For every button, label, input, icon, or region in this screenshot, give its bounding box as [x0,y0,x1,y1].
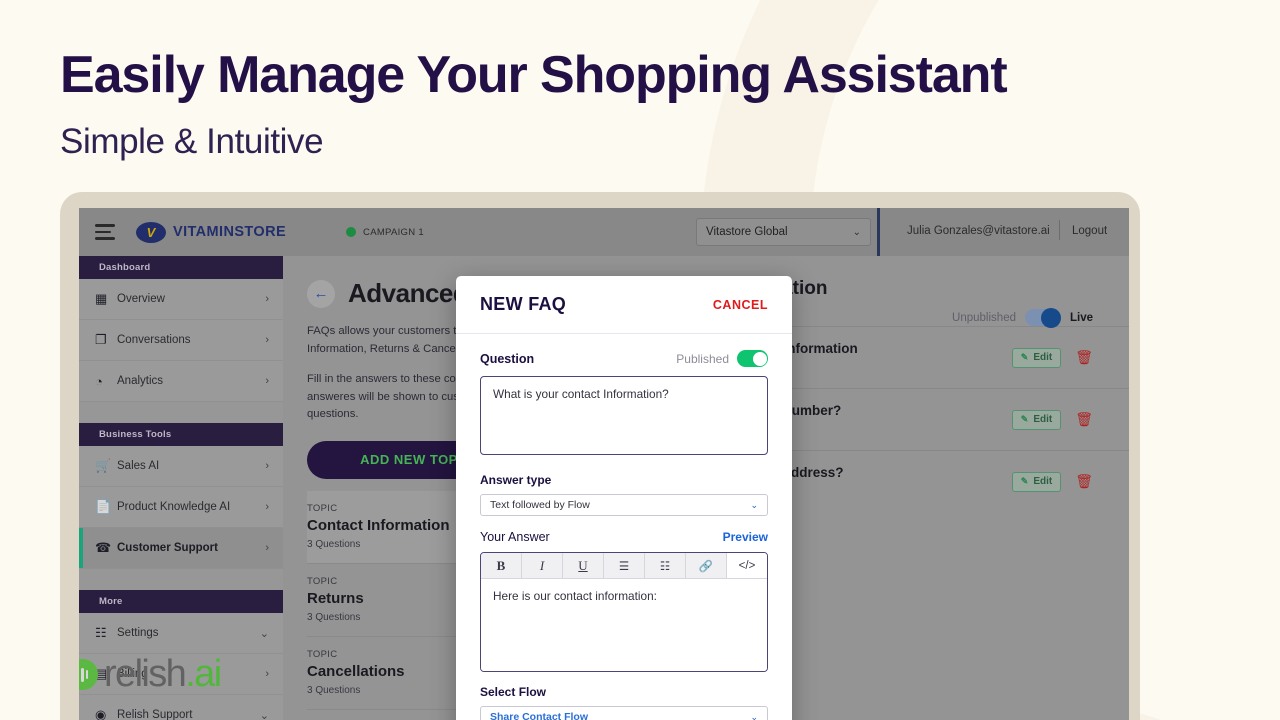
published-label: Published [676,351,729,366]
answer-type-value: Text followed by Flow [490,499,590,511]
cancel-button[interactable]: CANCEL [713,298,768,312]
bullet-list-icon[interactable]: ☰ [604,553,645,578]
modal-body: Question Published Answer type Text foll… [456,334,792,720]
numbered-list-icon[interactable]: ☷ [645,553,686,578]
rich-text-editor: B I U ☰ ☷ 🔗 </> Here is our contact info… [480,552,768,672]
underline-icon[interactable]: U [563,553,604,578]
modal-header: NEW FAQ CANCEL [456,276,792,334]
code-icon[interactable]: </> [727,553,767,578]
chevron-down-icon: ⌄ [750,711,758,720]
answer-type-label: Answer type [480,473,552,487]
published-toggle[interactable] [737,350,768,367]
page-subtitle: Simple & Intuitive [60,122,324,162]
question-field-header: Question Published [480,350,768,367]
published-toggle-group: Published [676,350,768,367]
bold-icon[interactable]: B [481,553,522,578]
select-flow-label: Select Flow [480,685,547,699]
modal-title: NEW FAQ [480,294,567,314]
italic-icon[interactable]: I [522,553,563,578]
page-title: Easily Manage Your Shopping Assistant [60,46,1008,104]
link-icon[interactable]: 🔗 [686,553,727,578]
chevron-down-icon: ⌄ [750,499,758,510]
question-input[interactable] [480,376,768,455]
editor-toolbar: B I U ☰ ☷ 🔗 </> [481,553,767,579]
app-screenshot: V VITAMINSTORE CAMPAIGN 1 Vitastore Glob… [79,208,1129,720]
select-flow-value: Share Contact Flow [490,711,589,720]
device-frame: V VITAMINSTORE CAMPAIGN 1 Vitastore Glob… [60,192,1140,720]
question-label: Question [480,351,535,366]
answer-field-header: Your Answer Preview [480,530,768,544]
hero-text-block: Easily Manage Your Shopping Assistant Si… [60,46,1008,162]
preview-link[interactable]: Preview [723,530,768,544]
your-answer-label: Your Answer [480,530,550,544]
answer-type-select[interactable]: Text followed by Flow ⌄ [480,494,768,516]
answer-input[interactable]: Here is our contact information: [481,579,767,671]
select-flow-select[interactable]: Share Contact Flow ⌄ [480,706,768,720]
new-faq-modal: NEW FAQ CANCEL Question Published Answer… [456,276,792,720]
